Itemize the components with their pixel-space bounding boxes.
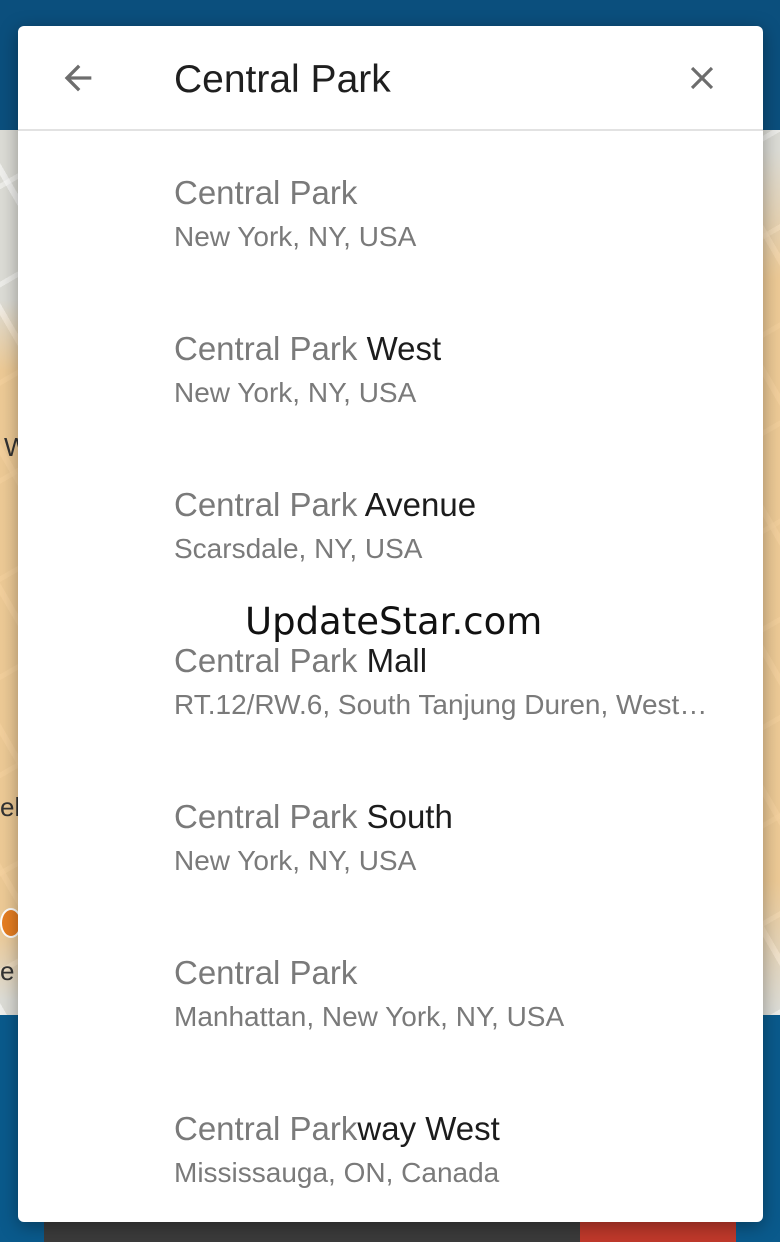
search-header: [18, 26, 763, 131]
result-title-match: Central Park: [174, 954, 358, 991]
result-title-rest: South: [357, 798, 453, 835]
close-icon: [690, 66, 714, 90]
clear-search-button[interactable]: [680, 56, 724, 100]
result-item[interactable]: Central Park New York, NY, USA: [18, 131, 763, 287]
result-item[interactable]: Central Park Manhattan, New York, NY, US…: [18, 911, 763, 1067]
result-title: Central Park Avenue: [174, 483, 739, 527]
result-item[interactable]: Central Park Avenue Scarsdale, NY, USA: [18, 443, 763, 599]
app-bottom-bar: [44, 1222, 584, 1242]
result-title-match: Central Park: [174, 642, 358, 679]
result-title: Central Park West: [174, 327, 739, 371]
result-title-match: Central Park: [174, 1110, 358, 1147]
result-title: Central Park Mall: [174, 639, 739, 683]
result-subtitle: New York, NY, USA: [174, 845, 417, 876]
arrow-left-icon: [64, 64, 92, 92]
result-title-rest: West: [357, 330, 442, 367]
result-title: Central Park: [174, 951, 739, 995]
results-list: Central Park New York, NY, USA Central P…: [18, 131, 763, 1222]
result-title: Central Parkway West: [174, 1107, 739, 1151]
result-subtitle: RT.12/RW.6, South Tanjung Duren, West…: [174, 689, 708, 720]
result-subtitle: Manhattan, New York, NY, USA: [174, 1001, 565, 1032]
result-title-match: Central Park: [174, 486, 358, 523]
result-title-match: Central Park: [174, 174, 358, 211]
result-title-match: Central Park: [174, 330, 358, 367]
result-item[interactable]: Central Park South New York, NY, USA: [18, 755, 763, 911]
result-item[interactable]: Central Park Mall RT.12/RW.6, South Tanj…: [18, 599, 763, 755]
result-title: Central Park: [174, 171, 739, 215]
search-input[interactable]: [174, 52, 654, 108]
result-title-match: Central Park: [174, 798, 358, 835]
place-autocomplete-dialog: Central Park New York, NY, USA Central P…: [18, 26, 763, 1222]
result-item[interactable]: Central Park West New York, NY, USA: [18, 287, 763, 443]
result-subtitle: New York, NY, USA: [174, 221, 417, 252]
result-item[interactable]: Central Parkway West Mississauga, ON, Ca…: [18, 1067, 763, 1222]
map-label: e: [0, 956, 15, 986]
result-subtitle: New York, NY, USA: [174, 377, 417, 408]
result-title-rest: way West: [357, 1110, 500, 1147]
back-button[interactable]: [56, 56, 100, 100]
result-subtitle: Scarsdale, NY, USA: [174, 533, 423, 564]
result-title: Central Park South: [174, 795, 739, 839]
result-subtitle: Mississauga, ON, Canada: [174, 1157, 500, 1188]
result-title-rest: Mall: [357, 642, 428, 679]
result-title-rest: Avenue: [357, 486, 477, 523]
